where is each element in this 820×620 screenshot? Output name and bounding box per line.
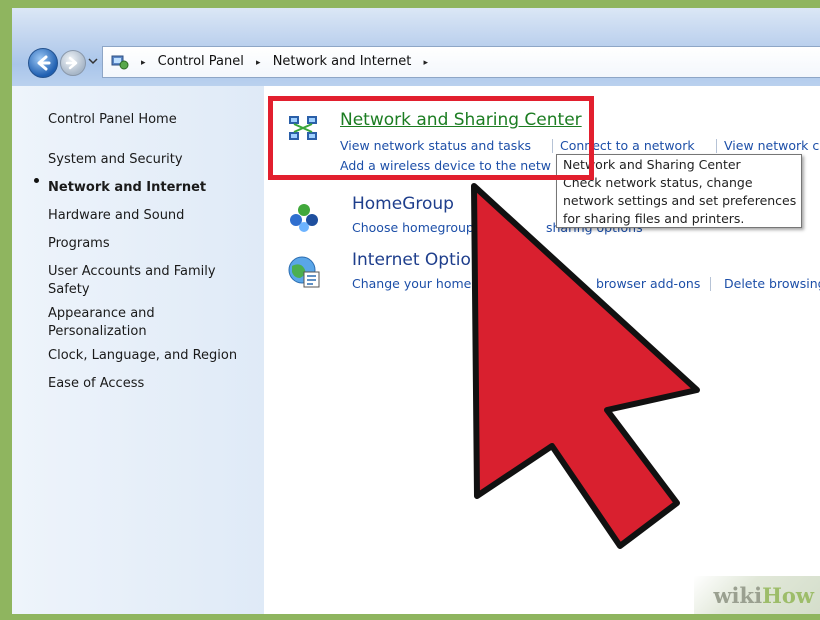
recent-pages-dropdown-icon[interactable] (88, 54, 98, 68)
breadcrumb-separator[interactable]: ▸ (423, 48, 428, 78)
breadcrumb-separator[interactable]: ▸ (141, 48, 146, 78)
tooltip-title: Network and Sharing Center (563, 157, 741, 172)
delete-browsing-history-link[interactable]: Delete browsing (724, 276, 820, 291)
pointer-arrow-icon (471, 183, 700, 549)
sidebar-item-system-and-security[interactable]: System and Security (48, 151, 253, 169)
sidebar-item-control-panel-home[interactable]: Control Panel Home (48, 111, 253, 129)
sidebar-item-appearance[interactable]: Appearance and Personalization (48, 305, 168, 341)
sidebar-item-clock-language-region[interactable]: Clock, Language, and Region (48, 347, 253, 365)
back-button[interactable] (28, 48, 58, 78)
link-separator (716, 139, 717, 153)
sidebar-item-programs[interactable]: Programs (48, 235, 253, 253)
control-panel-window: ▸ Control Panel ▸ Network and Internet ▸… (12, 8, 820, 614)
watermark: wikiHow (694, 576, 820, 614)
forward-button[interactable] (60, 50, 86, 76)
highlight-box (268, 96, 594, 180)
control-panel-icon (111, 55, 129, 70)
homegroup-title[interactable]: HomeGroup (352, 194, 454, 214)
sidebar-item-ease-of-access[interactable]: Ease of Access (48, 375, 253, 393)
breadcrumb-separator[interactable]: ▸ (256, 48, 261, 78)
forward-arrow-icon (65, 56, 78, 70)
wikihow-logo: wikiHow (713, 583, 814, 608)
internet-options-icon (288, 256, 320, 288)
back-arrow-icon (37, 55, 51, 71)
sidebar: Control Panel Home System and Security N… (12, 86, 264, 614)
wikihow-logo-how: How (762, 583, 814, 608)
breadcrumb-control-panel[interactable]: Control Panel (158, 47, 244, 77)
view-network-computers-link[interactable]: View network c (724, 138, 819, 153)
address-bar[interactable]: ▸ Control Panel ▸ Network and Internet ▸ (102, 46, 820, 78)
breadcrumb: ▸ Control Panel ▸ Network and Internet ▸ (133, 47, 436, 77)
sidebar-item-hardware-and-sound[interactable]: Hardware and Sound (48, 207, 253, 225)
breadcrumb-network-and-internet[interactable]: Network and Internet (273, 47, 412, 77)
sidebar-item-network-and-internet[interactable]: Network and Internet (48, 179, 253, 197)
wikihow-logo-wiki: wiki (713, 583, 763, 608)
homegroup-icon (290, 204, 318, 232)
sidebar-item-user-accounts[interactable]: User Accounts and Family Safety (48, 263, 233, 299)
active-bullet (34, 178, 39, 183)
